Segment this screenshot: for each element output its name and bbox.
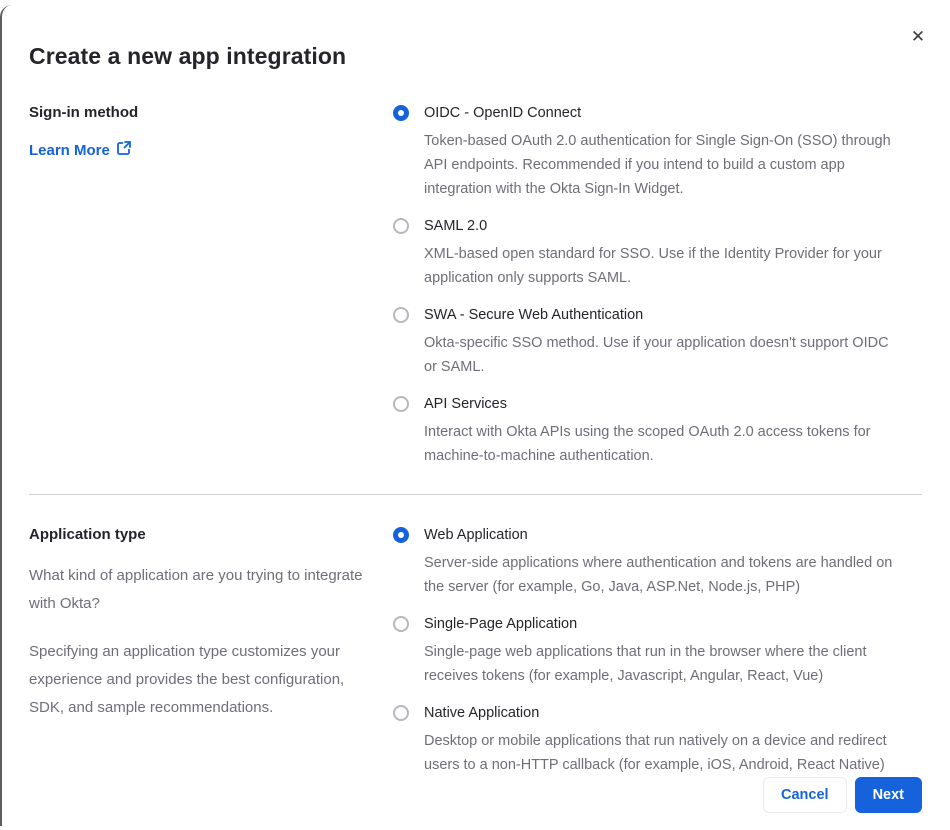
radio-web-application[interactable]: [393, 527, 409, 543]
radio-swa[interactable]: [393, 307, 409, 323]
application-type-paragraph-2: Specifying an application type customize…: [29, 643, 345, 716]
option-oidc-label[interactable]: OIDC - OpenID Connect: [424, 102, 905, 124]
option-swa: SWA - Secure Web Authentication Okta-spe…: [393, 304, 905, 379]
option-web-application: Web Application Server-side applications…: [393, 524, 905, 599]
next-button[interactable]: Next: [854, 777, 922, 813]
option-spa-label[interactable]: Single-Page Application: [424, 613, 905, 635]
page-title: Create a new app integration: [29, 43, 347, 69]
option-oidc-description: Token-based OAuth 2.0 authentication for…: [424, 133, 891, 197]
radio-saml[interactable]: [393, 218, 409, 234]
close-icon[interactable]: ✕: [906, 25, 930, 49]
option-native-application-label[interactable]: Native Application: [424, 702, 905, 724]
signin-method-options: OIDC - OpenID Connect Token-based OAuth …: [393, 102, 922, 468]
dialog-footer: Cancel Next: [29, 777, 922, 815]
radio-native-application[interactable]: [393, 705, 409, 721]
option-saml-label[interactable]: SAML 2.0: [424, 215, 905, 237]
option-swa-description: Okta-specific SSO method. Use if your ap…: [424, 335, 889, 375]
signin-method-section: Sign-in method Learn More OIDC - OpenID …: [29, 102, 922, 468]
option-oidc: OIDC - OpenID Connect Token-based OAuth …: [393, 102, 905, 201]
option-web-application-label[interactable]: Web Application: [424, 524, 905, 546]
application-type-paragraph-1: What kind of application are you trying …: [29, 567, 363, 612]
option-saml: SAML 2.0 XML-based open standard for SSO…: [393, 215, 905, 290]
radio-spa[interactable]: [393, 616, 409, 632]
option-native-application: Native Application Desktop or mobile app…: [393, 702, 905, 777]
option-api-services: API Services Interact with Okta APIs usi…: [393, 393, 905, 468]
option-native-application-description: Desktop or mobile applications that run …: [424, 733, 887, 773]
application-type-heading: Application type: [29, 526, 146, 543]
option-swa-label[interactable]: SWA - Secure Web Authentication: [424, 304, 905, 326]
application-type-section: Application type What kind of applicatio…: [29, 524, 922, 777]
learn-more-link[interactable]: Learn More: [29, 141, 131, 159]
option-spa-description: Single-page web applications that run in…: [424, 644, 867, 684]
option-api-services-label[interactable]: API Services: [424, 393, 905, 415]
option-saml-description: XML-based open standard for SSO. Use if …: [424, 246, 882, 286]
cancel-button[interactable]: Cancel: [763, 777, 847, 813]
option-spa: Single-Page Application Single-page web …: [393, 613, 905, 688]
option-web-application-description: Server-side applications where authentic…: [424, 555, 893, 595]
signin-method-heading: Sign-in method: [29, 104, 139, 121]
option-api-services-description: Interact with Okta APIs using the scoped…: [424, 424, 871, 464]
signin-method-left-column: Sign-in method Learn More: [29, 102, 369, 468]
create-app-integration-dialog: ✕ Create a new app integration Sign-in m…: [0, 5, 950, 826]
application-type-left-column: Application type What kind of applicatio…: [29, 524, 369, 777]
learn-more-label: Learn More: [29, 141, 110, 159]
application-type-options: Web Application Server-side applications…: [393, 524, 922, 777]
radio-api-services[interactable]: [393, 396, 409, 412]
radio-oidc[interactable]: [393, 105, 409, 121]
section-divider: [29, 494, 922, 495]
external-link-icon: [116, 141, 131, 159]
